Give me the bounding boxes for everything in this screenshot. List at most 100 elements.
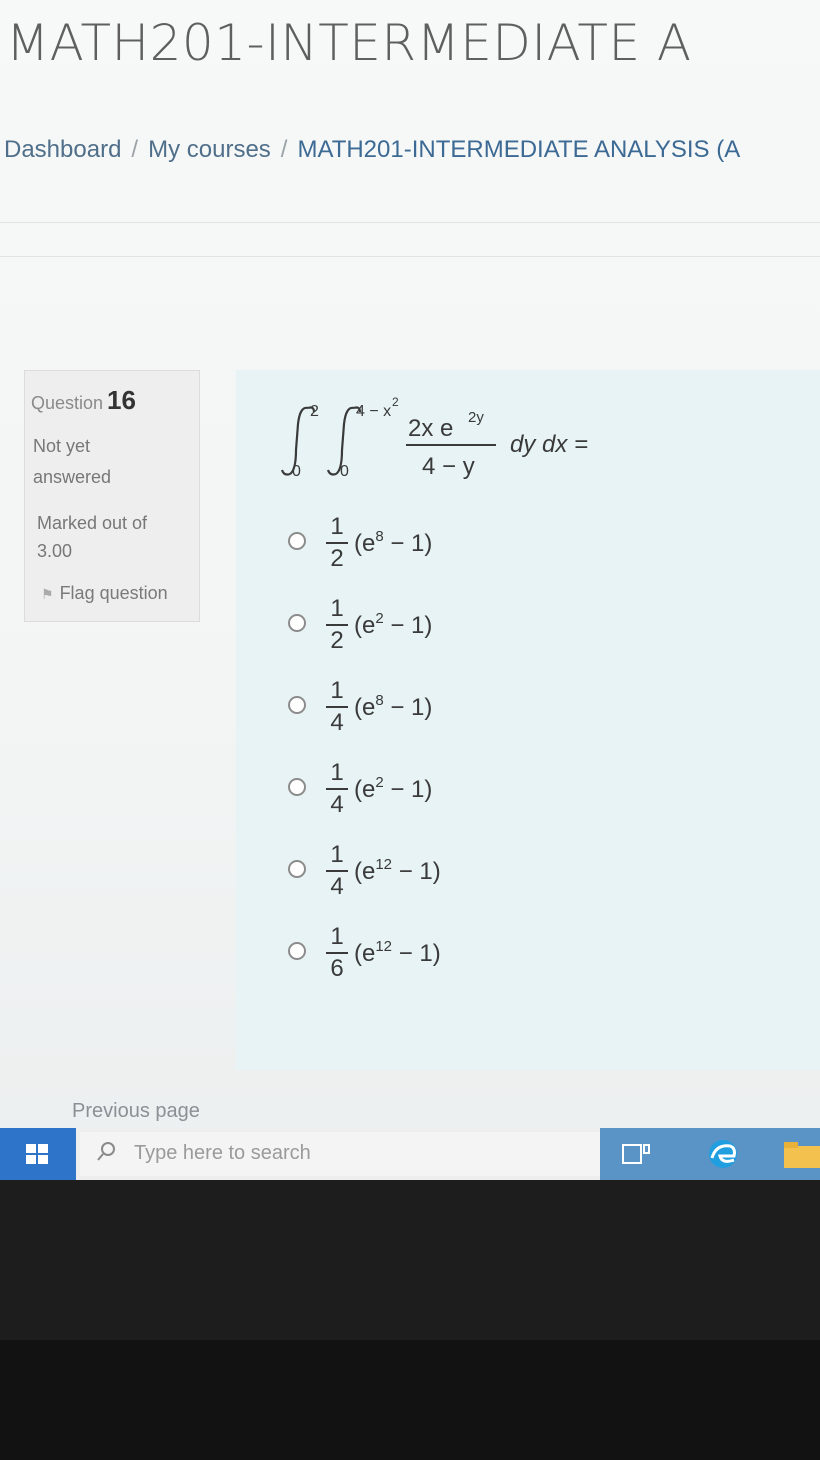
fraction-numerator: 1	[330, 595, 344, 622]
fraction-numerator: 1	[330, 841, 344, 868]
option-expression: (e2 − 1)	[354, 610, 432, 640]
option-expression: (e12 − 1)	[354, 938, 441, 968]
option-fraction: 12	[326, 596, 348, 654]
expr-exponent: 8	[375, 528, 384, 545]
breadcrumb-dashboard[interactable]: Dashboard	[4, 136, 121, 163]
fraction-bar	[326, 952, 348, 954]
fraction-denominator: 2	[330, 627, 344, 654]
expr-base: (e	[354, 530, 376, 557]
flag-question-label: Flag question	[59, 583, 168, 603]
expr-rest: − 1)	[383, 776, 433, 803]
answer-option-c[interactable]: 14 (e8 − 1)	[288, 674, 588, 744]
option-fraction: 12	[326, 514, 348, 572]
flag-icon: ⚑	[41, 586, 54, 602]
expr-exponent: 12	[375, 938, 393, 955]
question-number-value: 16	[107, 385, 136, 415]
fraction-numerator: 1	[330, 513, 344, 540]
divider	[0, 222, 820, 223]
fraction-numerator: 1	[330, 677, 344, 704]
breadcrumb-course[interactable]: MATH201-INTERMEDIATE ANALYSIS (A	[297, 136, 740, 163]
option-expression: (e8 − 1)	[354, 692, 432, 722]
expr-rest: − 1)	[383, 612, 433, 639]
option-fraction: 16	[326, 924, 348, 982]
fraction-bar	[326, 870, 348, 872]
radio-button[interactable]	[288, 614, 306, 632]
option-fraction: 14	[326, 842, 348, 900]
monitor-bezel	[0, 1180, 820, 1460]
taskbar: Type here to search	[0, 1128, 820, 1180]
question-formula: 2 0 4 − x 2 0 2x e 2y 4 − y dy dx =	[274, 390, 634, 500]
expr-base: (e	[354, 940, 376, 967]
fraction-denominator: 4	[330, 709, 344, 736]
taskbar-apps	[600, 1128, 820, 1180]
windows-start-icon	[26, 1144, 48, 1164]
answer-option-a[interactable]: 12 (e8 − 1)	[288, 510, 588, 580]
outer-lower-limit: 0	[292, 463, 301, 480]
taskbar-search-box[interactable]: Type here to search	[80, 1132, 600, 1176]
fraction-bar	[326, 624, 348, 626]
question-info-panel: Question 16 Not yet answered Marked out o…	[24, 370, 200, 622]
option-fraction: 14	[326, 760, 348, 818]
radio-button[interactable]	[288, 532, 306, 550]
inner-upper-exponent: 2	[392, 395, 399, 409]
integrand-numerator: 2x e	[408, 415, 453, 442]
option-fraction: 14	[326, 678, 348, 736]
integral-tail: dy dx =	[510, 431, 588, 458]
inner-lower-limit: 0	[340, 463, 349, 480]
expr-base: (e	[354, 612, 376, 639]
expr-exponent: 12	[375, 856, 393, 873]
breadcrumb-separator: /	[131, 136, 139, 163]
question-label: Question	[31, 393, 104, 413]
fraction-denominator: 4	[330, 873, 344, 900]
fraction-denominator: 4	[330, 791, 344, 818]
question-state: Not yet answered	[33, 436, 112, 487]
integrand-numerator-exponent: 2y	[468, 409, 484, 426]
flag-question-link[interactable]: ⚑ Flag question	[41, 583, 168, 604]
option-expression: (e12 − 1)	[354, 856, 441, 886]
radio-button[interactable]	[288, 942, 306, 960]
answer-option-e[interactable]: 14 (e12 − 1)	[288, 838, 588, 908]
expr-exponent: 2	[375, 774, 384, 791]
expr-rest: − 1)	[392, 858, 441, 885]
question-content: 2 0 4 − x 2 0 2x e 2y 4 − y dy dx = 12 (…	[236, 370, 820, 1070]
fraction-bar	[406, 444, 496, 446]
fraction-denominator: 6	[330, 955, 344, 982]
radio-button[interactable]	[288, 696, 306, 714]
file-explorer-icon[interactable]	[784, 1142, 820, 1168]
start-button[interactable]	[0, 1128, 76, 1180]
breadcrumb: Dashboard / My courses / MATH201-INTERMEDIAT…	[4, 136, 740, 164]
fraction-numerator: 1	[330, 759, 344, 786]
expr-exponent: 2	[375, 610, 384, 627]
question-grade: Marked out of 3.00	[37, 513, 148, 561]
expr-rest: − 1)	[383, 694, 433, 721]
expr-base: (e	[354, 858, 376, 885]
radio-button[interactable]	[288, 860, 306, 878]
radio-button[interactable]	[288, 778, 306, 796]
option-expression: (e2 − 1)	[354, 774, 432, 804]
edge-icon[interactable]	[704, 1138, 742, 1170]
question-number: Question 16	[31, 385, 136, 416]
expr-base: (e	[354, 776, 376, 803]
expr-rest: − 1)	[392, 940, 441, 967]
expr-rest: − 1)	[383, 530, 433, 557]
breadcrumb-my-courses[interactable]: My courses	[148, 136, 271, 163]
inner-upper-limit: 4 − x	[356, 403, 391, 420]
search-placeholder: Type here to search	[134, 1142, 311, 1164]
task-view-icon[interactable]	[622, 1142, 650, 1166]
previous-page-button[interactable]: Previous page	[72, 1100, 200, 1123]
browser-viewport: MATH201-INTERMEDIATE A Dashboard / My cour…	[0, 0, 820, 1180]
outer-upper-limit: 2	[310, 403, 319, 420]
integrand-denominator: 4 − y	[422, 453, 475, 480]
answer-option-d[interactable]: 14 (e2 − 1)	[288, 756, 588, 826]
answer-option-f[interactable]: 16 (e12 − 1)	[288, 920, 588, 990]
fraction-bar	[326, 788, 348, 790]
breadcrumb-separator: /	[280, 136, 288, 163]
monitor-edge	[0, 1340, 820, 1460]
fraction-denominator: 2	[330, 545, 344, 572]
expr-base: (e	[354, 694, 376, 721]
option-expression: (e8 − 1)	[354, 528, 432, 558]
search-icon	[97, 1142, 115, 1161]
answer-option-b[interactable]: 12 (e2 − 1)	[288, 592, 588, 662]
expr-exponent: 8	[375, 692, 384, 709]
fraction-numerator: 1	[330, 923, 344, 950]
